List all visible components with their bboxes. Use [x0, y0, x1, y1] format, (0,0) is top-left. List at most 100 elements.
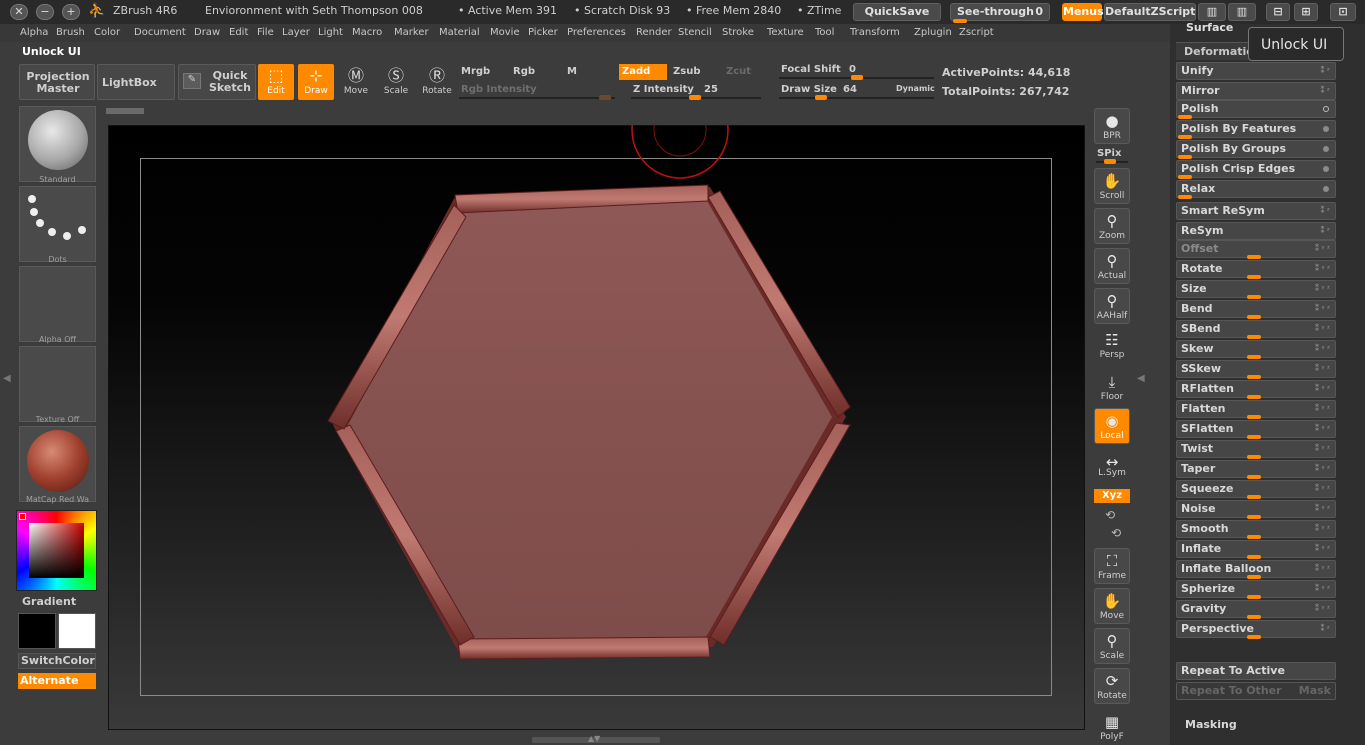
- sflatten-slider[interactable]: SFlatten ⁑ ᵞ ᶻ: [1176, 420, 1336, 439]
- menu-stroke[interactable]: Stroke: [722, 27, 754, 38]
- masking-subpalette[interactable]: Masking: [1185, 718, 1237, 731]
- draw-size-track[interactable]: [779, 95, 934, 100]
- menu-stencil[interactable]: Stencil: [678, 27, 712, 38]
- main-color-swatch[interactable]: [18, 613, 56, 649]
- menu-edit[interactable]: Edit: [229, 27, 248, 38]
- zadd-button[interactable]: Zadd: [619, 64, 667, 80]
- rotate-button[interactable]: Ⓡ Rotate: [419, 64, 455, 100]
- z-intensity-label[interactable]: Z Intensity: [633, 84, 694, 95]
- polish-crisp-edges-slider[interactable]: Polish Crisp Edges: [1176, 160, 1336, 179]
- mask-button[interactable]: Mask: [1299, 683, 1331, 699]
- smart-resym-button[interactable]: Smart ReSym ⁑ ᶻ: [1176, 202, 1336, 220]
- color-picker-square[interactable]: [29, 523, 84, 578]
- polyf-button[interactable]: ▦ PolyF: [1094, 710, 1130, 745]
- focal-shift-label[interactable]: Focal Shift: [781, 64, 841, 75]
- menu-render[interactable]: Render: [636, 27, 672, 38]
- bpr-button[interactable]: ● BPR: [1094, 108, 1130, 144]
- menu-picker[interactable]: Picker: [528, 27, 558, 38]
- brush-thumbnail[interactable]: [19, 106, 96, 182]
- alternate-button[interactable]: Alternate: [18, 673, 96, 689]
- minimize-window-icon[interactable]: −: [36, 4, 54, 20]
- sskew-slider[interactable]: SSkew ⁑ ᵞ ᶻ: [1176, 360, 1336, 379]
- skew-slider[interactable]: Skew ⁑ ᵞ ᶻ: [1176, 340, 1336, 359]
- smooth-slider[interactable]: Smooth ⁑ ᵞ ᶻ: [1176, 520, 1336, 539]
- move-view-button[interactable]: ✋ Move: [1094, 588, 1130, 624]
- quicksave-button[interactable]: QuickSave: [853, 3, 941, 21]
- rgb-intensity-slider[interactable]: Rgb Intensity: [461, 84, 537, 95]
- switchcolor-button[interactable]: SwitchColor: [18, 653, 96, 669]
- resym-button[interactable]: ReSym ⁑ ᶻ: [1176, 222, 1336, 240]
- inflate-balloon-slider[interactable]: Inflate Balloon ⁑ ᵞ ᶻ: [1176, 560, 1336, 579]
- mrgb-button[interactable]: Mrgb: [461, 66, 490, 77]
- menu-alpha[interactable]: Alpha: [20, 27, 48, 38]
- size-slider[interactable]: Size ⁑ ᵞ ᶻ: [1176, 280, 1336, 299]
- menus-button[interactable]: Menus: [1062, 3, 1104, 21]
- left-tray-arrow-icon[interactable]: ◀: [3, 373, 11, 384]
- lightbox-button[interactable]: LightBox: [97, 64, 175, 100]
- close-window-icon[interactable]: ✕: [10, 4, 28, 20]
- persp-button[interactable]: ☷ Persp: [1094, 328, 1130, 364]
- squeeze-slider[interactable]: Squeeze ⁑ ᵞ ᶻ: [1176, 480, 1336, 499]
- unify-button[interactable]: Unify ⁑ ᶻ: [1176, 62, 1336, 80]
- aahalf-button[interactable]: ⚲ AAHalf: [1094, 288, 1130, 324]
- inflate-slider[interactable]: Inflate ⁑ ᵞ ᶻ: [1176, 540, 1336, 559]
- flatten-slider[interactable]: Flatten ⁑ ᵞ ᶻ: [1176, 400, 1336, 419]
- repeat-to-other-button[interactable]: Repeat To Other Mask: [1176, 682, 1336, 700]
- scale-view-button[interactable]: ⚲ Scale: [1094, 628, 1130, 664]
- default-zscript-button[interactable]: DefaultZScript: [1104, 3, 1196, 21]
- stroke-thumbnail[interactable]: [19, 186, 96, 262]
- bottom-tray-arrow-icon[interactable]: ▲▼: [588, 734, 600, 743]
- xyz-button[interactable]: Xyz: [1094, 489, 1130, 503]
- dynamic-button[interactable]: Dynamic: [896, 84, 935, 93]
- menu-macro[interactable]: Macro: [352, 27, 382, 38]
- sbend-slider[interactable]: SBend ⁑ ᵞ ᶻ: [1176, 320, 1336, 339]
- color-picker-wheel[interactable]: [16, 510, 97, 591]
- rotate-deform-slider[interactable]: Rotate ⁑ ᵞ ᶻ: [1176, 260, 1336, 279]
- taper-slider[interactable]: Taper ⁑ ᵞ ᶻ: [1176, 460, 1336, 479]
- projection-master-button[interactable]: Projection Master: [19, 64, 95, 100]
- layout-toggle-icon[interactable]: ▥: [1198, 3, 1226, 21]
- save-ui-icon[interactable]: ⊡: [1330, 3, 1356, 21]
- next-layout-icon[interactable]: ⊞: [1294, 3, 1318, 21]
- alpha-thumbnail[interactable]: [19, 266, 96, 342]
- focal-shift-track[interactable]: [779, 75, 934, 80]
- menu-tool[interactable]: Tool: [815, 27, 834, 38]
- edit-button[interactable]: ⬚ Edit: [258, 64, 294, 100]
- zoom-button[interactable]: ⚲ Zoom: [1094, 208, 1130, 244]
- draw-size-label[interactable]: Draw Size: [781, 84, 837, 95]
- menu-zplugin[interactable]: Zplugin: [914, 27, 952, 38]
- draw-button[interactable]: ⊹ Draw: [298, 64, 334, 100]
- actual-button[interactable]: ⚲ Actual: [1094, 248, 1130, 284]
- floor-button[interactable]: ⤓ Floor: [1094, 370, 1130, 406]
- rotate-view-button[interactable]: ⟳ Rotate: [1094, 668, 1130, 704]
- menu-color[interactable]: Color: [94, 27, 120, 38]
- menu-file[interactable]: File: [257, 27, 274, 38]
- rflatten-slider[interactable]: RFlatten ⁑ ᵞ ᶻ: [1176, 380, 1336, 399]
- unlock-ui-label[interactable]: Unlock UI: [22, 45, 81, 58]
- gravity-slider[interactable]: Gravity ⁑ ᵞ ᶻ: [1176, 600, 1336, 619]
- menu-transform[interactable]: Transform: [850, 27, 900, 38]
- local-button[interactable]: ◉ Local: [1094, 408, 1130, 444]
- rotate-y-icon[interactable]: ⟲: [1105, 508, 1115, 522]
- quick-sketch-button[interactable]: ✎ Quick Sketch: [178, 64, 256, 100]
- menu-material[interactable]: Material: [439, 27, 480, 38]
- menu-zscript[interactable]: Zscript: [959, 27, 994, 38]
- noise-slider[interactable]: Noise ⁑ ᵞ ᶻ: [1176, 500, 1336, 519]
- layout-bars-icon[interactable]: ▥: [1228, 3, 1256, 21]
- maximize-window-icon[interactable]: +: [62, 4, 80, 20]
- shelf-scroll-handle[interactable]: [106, 108, 144, 114]
- frame-button[interactable]: ⛶ Frame: [1094, 548, 1130, 584]
- right-tray-arrow-icon[interactable]: ◀: [1137, 373, 1145, 384]
- menu-layer[interactable]: Layer: [282, 27, 310, 38]
- offset-slider[interactable]: Offset ⁑ ᵞ ᶻ: [1176, 240, 1336, 259]
- scale-button[interactable]: Ⓢ Scale: [378, 64, 414, 100]
- menu-light[interactable]: Light: [318, 27, 343, 38]
- move-button[interactable]: Ⓜ Move: [338, 64, 374, 100]
- menu-marker[interactable]: Marker: [394, 27, 429, 38]
- relax-slider[interactable]: Relax: [1176, 180, 1336, 199]
- menu-movie[interactable]: Movie: [490, 27, 520, 38]
- surface-subpalette[interactable]: Surface: [1186, 21, 1233, 34]
- menu-preferences[interactable]: Preferences: [567, 27, 626, 38]
- spix-label[interactable]: SPix: [1097, 148, 1121, 159]
- prev-layout-icon[interactable]: ⊟: [1266, 3, 1290, 21]
